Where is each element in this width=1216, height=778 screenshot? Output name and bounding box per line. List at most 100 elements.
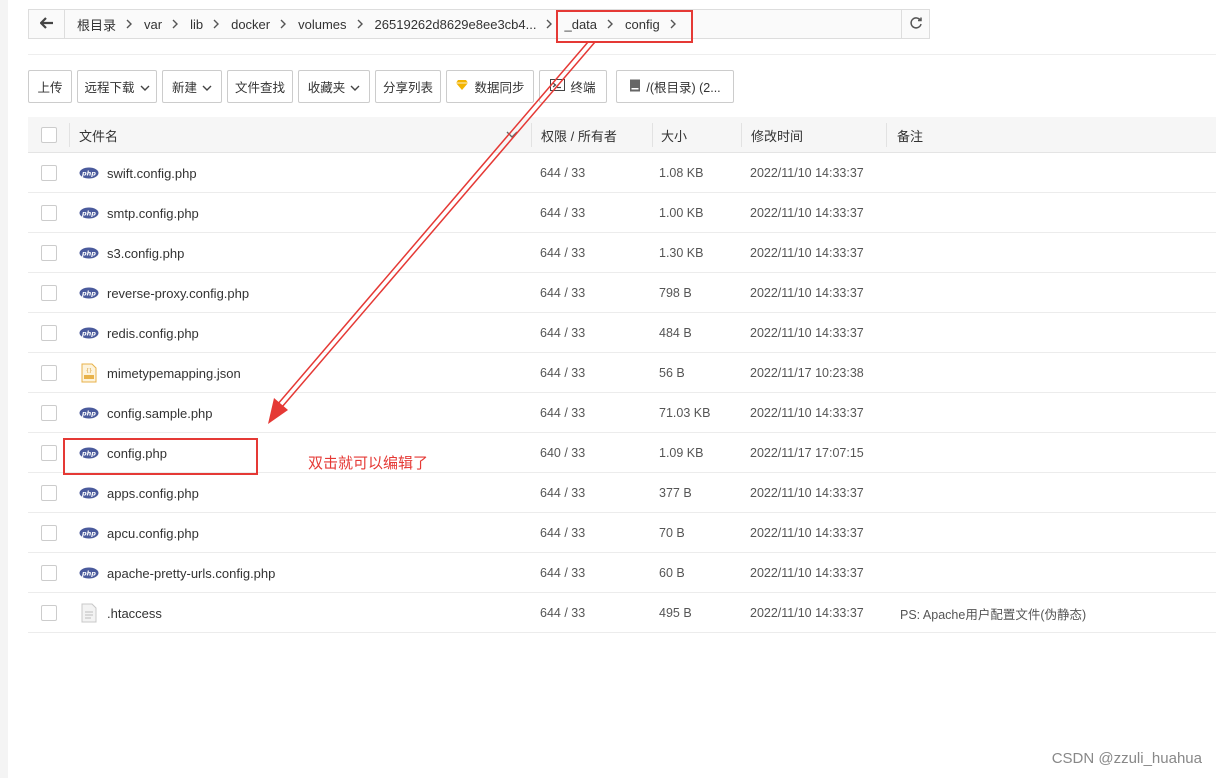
row-checkbox[interactable] xyxy=(41,393,57,433)
disk-label: /(根目录) (2... xyxy=(646,81,721,95)
column-header-note[interactable]: 备注 xyxy=(897,117,923,153)
file-name[interactable]: apcu.config.php xyxy=(107,526,199,541)
select-all-checkbox[interactable] xyxy=(41,117,57,153)
row-checkbox[interactable] xyxy=(41,233,57,273)
breadcrumb-item[interactable]: var xyxy=(138,10,184,38)
svg-text:php: php xyxy=(81,529,96,537)
perm-cell[interactable]: 644 / 33 xyxy=(540,513,585,553)
svg-text:php: php xyxy=(81,489,96,497)
disk-button[interactable]: /(根目录) (2... xyxy=(616,70,734,103)
perm-cell[interactable]: 644 / 33 xyxy=(540,313,585,353)
file-search-button[interactable]: 文件查找 xyxy=(227,70,293,103)
file-name-cell[interactable]: php apcu.config.php xyxy=(79,513,199,553)
perm-value: 644 / 33 xyxy=(540,326,586,340)
breadcrumb-item[interactable]: config xyxy=(619,10,682,38)
perm-cell[interactable]: 644 / 33 xyxy=(540,473,585,513)
file-name-cell[interactable]: php config.php xyxy=(79,433,167,473)
perm-cell[interactable]: 644 / 33 xyxy=(540,273,585,313)
breadcrumb-label: 26519262d8629e8ee3cb4... xyxy=(374,16,537,32)
file-name[interactable]: swift.config.php xyxy=(107,166,197,181)
chevron-down-icon xyxy=(140,80,150,94)
row-checkbox[interactable] xyxy=(41,473,57,513)
file-name-cell[interactable]: php redis.config.php xyxy=(79,313,199,353)
table-row[interactable]: php redis.config.php 644 / 33 484 B 2022/11/… xyxy=(28,313,1216,353)
file-name-cell[interactable]: php smtp.config.php xyxy=(79,193,199,233)
perm-cell[interactable]: 644 / 33 xyxy=(540,593,585,633)
new-button[interactable]: 新建 xyxy=(162,70,222,103)
file-name-cell[interactable]: {} mimetypemapping.json xyxy=(79,353,241,393)
column-header-perm[interactable]: 权限 / 所有者 xyxy=(541,117,617,153)
php-icon: php xyxy=(79,323,99,343)
table-row[interactable]: php apps.config.php 644 / 33 377 B 2022/11/1… xyxy=(28,473,1216,513)
share-list-button[interactable]: 分享列表 xyxy=(375,70,441,103)
terminal-button[interactable]: 终端 xyxy=(539,70,607,103)
file-name-cell[interactable]: php swift.config.php xyxy=(79,153,197,193)
text-file-icon xyxy=(79,603,99,623)
breadcrumb-item[interactable]: 26519262d8629e8ee3cb4... xyxy=(369,10,559,38)
table-row[interactable]: php s3.config.php 644 / 33 1.30 KB 2022/11/1… xyxy=(28,233,1216,273)
favorites-button[interactable]: 收藏夹 xyxy=(298,70,370,103)
row-checkbox[interactable] xyxy=(41,273,57,313)
row-checkbox[interactable] xyxy=(41,153,57,193)
breadcrumb-item[interactable]: docker xyxy=(225,10,292,38)
table-row[interactable]: php config.php 640 / 33 1.09 KB 2022/11/17 1… xyxy=(28,433,1216,473)
file-name-cell[interactable]: php reverse-proxy.config.php xyxy=(79,273,249,313)
row-checkbox[interactable] xyxy=(41,433,57,473)
remote-download-label: 远程下载 xyxy=(84,81,135,95)
file-name[interactable]: apache-pretty-urls.config.php xyxy=(107,566,275,581)
file-name[interactable]: reverse-proxy.config.php xyxy=(107,286,249,301)
column-header-mtime-label: 修改时间 xyxy=(751,128,804,144)
table-row[interactable]: php apache-pretty-urls.config.php 644 / 33… xyxy=(28,553,1216,593)
perm-cell[interactable]: 644 / 33 xyxy=(540,553,585,593)
file-name-cell[interactable]: php apache-pretty-urls.config.php xyxy=(79,553,275,593)
mtime-value: 2022/11/17 17:07:15 xyxy=(750,446,864,460)
breadcrumb-item[interactable]: volumes xyxy=(292,10,368,38)
table-row[interactable]: .htaccess 644 / 33 495 B 2022/11/10 14:33:3… xyxy=(28,593,1216,633)
file-name[interactable]: .htaccess xyxy=(107,606,162,621)
row-checkbox[interactable] xyxy=(41,353,57,393)
perm-cell[interactable]: 644 / 33 xyxy=(540,393,585,433)
upload-button[interactable]: 上传 xyxy=(28,70,72,103)
table-row[interactable]: php config.sample.php 644 / 33 71.03 KB 2022… xyxy=(28,393,1216,433)
refresh-button[interactable] xyxy=(901,10,929,38)
table-row[interactable]: php reverse-proxy.config.php 644 / 33 798 B… xyxy=(28,273,1216,313)
table-row[interactable]: {} mimetypemapping.json 644 / 33 56 B 2022/1… xyxy=(28,353,1216,393)
file-name[interactable]: s3.config.php xyxy=(107,246,184,261)
column-header-size[interactable]: 大小 xyxy=(661,117,687,153)
perm-cell[interactable]: 644 / 33 xyxy=(540,353,585,393)
column-header-note-label: 备注 xyxy=(897,128,924,144)
row-checkbox[interactable] xyxy=(41,193,57,233)
file-name[interactable]: smtp.config.php xyxy=(107,206,199,221)
breadcrumb-item[interactable]: _data xyxy=(558,10,619,38)
back-button[interactable] xyxy=(29,10,65,38)
perm-cell[interactable]: 644 / 33 xyxy=(540,193,585,233)
table-row[interactable]: php apcu.config.php 644 / 33 70 B 2022/11/10… xyxy=(28,513,1216,553)
sort-chevron-down-icon[interactable] xyxy=(506,117,518,153)
note-cell[interactable]: PS: Apache用户配置文件(伪静态) xyxy=(900,593,1086,633)
row-checkbox[interactable] xyxy=(41,513,57,553)
file-name-cell[interactable]: .htaccess xyxy=(79,593,162,633)
file-name[interactable]: mimetypemapping.json xyxy=(107,366,241,381)
table-row[interactable]: php swift.config.php 644 / 33 1.08 KB 2022/1… xyxy=(28,153,1216,193)
table-row[interactable]: php smtp.config.php 644 / 33 1.00 KB 2022/11… xyxy=(28,193,1216,233)
perm-cell[interactable]: 644 / 33 xyxy=(540,153,585,193)
file-name-cell[interactable]: php s3.config.php xyxy=(79,233,184,273)
perm-cell[interactable]: 640 / 33 xyxy=(540,433,585,473)
file-name-cell[interactable]: php apps.config.php xyxy=(79,473,199,513)
size-value: 1.08 KB xyxy=(659,166,704,180)
data-sync-button[interactable]: 数据同步 xyxy=(446,70,534,103)
perm-cell[interactable]: 644 / 33 xyxy=(540,233,585,273)
column-header-name[interactable]: 文件名 xyxy=(79,117,118,153)
column-header-mtime[interactable]: 修改时间 xyxy=(751,117,803,153)
row-checkbox[interactable] xyxy=(41,593,57,633)
remote-download-button[interactable]: 远程下载 xyxy=(77,70,157,103)
breadcrumb-item[interactable]: 根目录 xyxy=(71,10,138,38)
row-checkbox[interactable] xyxy=(41,313,57,353)
breadcrumb-item[interactable]: lib xyxy=(184,10,225,38)
file-name[interactable]: config.sample.php xyxy=(107,406,213,421)
file-name[interactable]: redis.config.php xyxy=(107,326,199,341)
file-name[interactable]: config.php xyxy=(107,446,167,461)
row-checkbox[interactable] xyxy=(41,553,57,593)
file-name-cell[interactable]: php config.sample.php xyxy=(79,393,213,433)
file-name[interactable]: apps.config.php xyxy=(107,486,199,501)
